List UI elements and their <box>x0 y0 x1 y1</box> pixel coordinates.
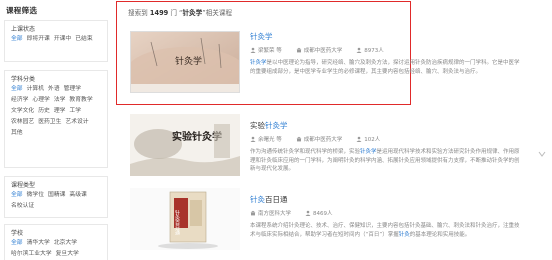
school-label: 成都中医药大学 <box>296 135 350 143</box>
filter-tag[interactable]: 医药卫生 <box>38 118 61 126</box>
filter-tag[interactable]: 外语 <box>48 85 60 93</box>
filter-tag[interactable]: 工学 <box>69 107 81 115</box>
filter-tag[interactable]: 高级课 <box>69 191 86 199</box>
desc-highlight: 针灸 <box>398 231 410 238</box>
school-icon <box>250 210 256 216</box>
teacher-label: 余曙光 等 <box>250 135 289 143</box>
school-icon <box>296 136 302 142</box>
school-name: 成都中医药大学 <box>303 137 343 143</box>
course-thumbnail[interactable]: 针灸学 <box>130 31 240 93</box>
filter-tag[interactable]: 即将开课 <box>27 35 50 43</box>
filter-tag[interactable]: 全部 <box>11 35 23 43</box>
thumb-text: 针灸学 <box>175 55 202 67</box>
enroll-count: 102人 <box>364 137 381 143</box>
filter-group-label: 上课状态 <box>11 26 36 33</box>
desc-highlight: 针灸学 <box>360 149 377 155</box>
filter-tag[interactable]: 心理学 <box>32 96 49 104</box>
desc-text: 是以中医理论为指导，研究经络、腧穴及刺灸方法，探讨运用针灸防治疾病规律的一门学科… <box>250 60 520 75</box>
filter-group-label: 学科分类 <box>11 76 36 83</box>
filter-tag[interactable]: 全部 <box>11 85 23 93</box>
filter-tag[interactable]: 北京大学 <box>54 239 77 247</box>
people-icon <box>356 47 362 53</box>
people-icon <box>356 136 362 142</box>
result-prefix: 搜索到 <box>128 9 148 17</box>
filter-tag[interactable]: 教育教学 <box>69 96 92 104</box>
teacher-name: 余曙光 等 <box>258 137 282 143</box>
result-count: 1499 <box>149 9 169 17</box>
course-title[interactable]: 针灸学 <box>250 31 522 42</box>
school-label: 南方医科大学 <box>250 209 298 217</box>
sidebar-title: 课程筛选 <box>6 6 38 15</box>
filter-tag[interactable]: 已结束 <box>75 35 92 43</box>
course-card[interactable]: 针灸学 针灸学 梁繁荣 等 成都中医药大学 8973人 针灸学是以中医理论为指导… <box>128 31 528 103</box>
filter-tag[interactable]: 计算机 <box>27 85 44 93</box>
teacher-label: 梁繁荣 等 <box>250 46 289 54</box>
filter-tag[interactable]: 文学文化 <box>11 107 34 115</box>
filter-tag[interactable]: 全部 <box>11 239 23 247</box>
filter-group-subject: 学科分类 全部 计算机 外语 管理学 经济学 心理学 法学 教育教学 文学文化 … <box>4 70 108 168</box>
desc-text: 的基本理论和实用技能。 <box>409 231 471 238</box>
desc-text: 作为沟通传统针灸学和现代科学的桥梁，实验 <box>250 149 361 155</box>
course-thumbnail[interactable]: 实验针灸学 <box>130 114 240 176</box>
filter-tag[interactable]: 经济学 <box>11 96 28 104</box>
filter-tag[interactable]: 名校认证 <box>11 202 34 210</box>
filter-tag[interactable]: 理学 <box>54 107 66 115</box>
filter-group-label: 学校 <box>11 230 24 237</box>
result-middle: 门 “ <box>170 9 183 17</box>
course-description: 本课程系统介绍针灸理论、技术、治疗、保健知识，主要内容包括针灸基础、腧穴、刺灸法… <box>250 222 522 256</box>
search-keyword: 针灸学 <box>182 9 203 17</box>
search-results: 搜索到 1499 门 “针灸学”相关课程 针灸学 针灸学 梁繁荣 等 成都中医药… <box>120 0 540 260</box>
course-description: 作为沟通传统针灸学和现代科学的桥梁，实验针灸学是运用现代科学技术和实验方法研究针… <box>250 148 522 182</box>
chevron-down-icon[interactable] <box>538 150 546 166</box>
filter-tag[interactable]: 历史 <box>38 107 50 115</box>
filter-tag[interactable]: 法学 <box>54 96 66 104</box>
course-title[interactable]: 针灸百日通 <box>250 194 522 205</box>
enroll-count: 8973人 <box>364 48 384 54</box>
enroll-label: 8973人 <box>356 46 391 54</box>
course-title-prefix: 实验 <box>250 121 265 130</box>
result-suffix: ”相关课程 <box>202 9 233 17</box>
filter-tag[interactable]: 艺术设计 <box>65 118 88 126</box>
course-title-rest: 百日通 <box>265 195 288 204</box>
people-icon <box>305 210 311 216</box>
enroll-label: 102人 <box>356 135 387 143</box>
user-icon <box>250 47 256 53</box>
course-title[interactable]: 实验针灸学 <box>250 120 522 131</box>
filter-tag[interactable]: 哈尔滨工业大学 <box>11 250 52 258</box>
school-name: 南方医科大学 <box>258 211 292 217</box>
course-card[interactable]: 针灸百日通 针灸百日通 南方医科大学 8469人 本课程系统介绍针灸理论、技术、… <box>128 188 528 260</box>
enroll-count: 8469人 <box>313 211 333 217</box>
filter-tag[interactable]: 国精课 <box>48 191 65 199</box>
desc-text: 本课程系统介绍针灸理论、技术、治疗、保健知识，主要内容包括针灸基础、腧穴、刺灸法… <box>250 223 520 238</box>
teacher-name: 梁繁荣 等 <box>258 48 282 54</box>
filter-tag[interactable]: 微学位 <box>27 191 44 199</box>
course-title-highlight: 针灸学 <box>250 32 273 41</box>
enroll-label: 8469人 <box>305 209 340 217</box>
filter-group-school: 学校 全部 清华大学 北京大学 哈尔滨工业大学 复旦大学 <box>4 224 108 260</box>
filter-tag[interactable]: 管理学 <box>64 85 81 93</box>
desc-highlight: 针灸学 <box>250 60 267 66</box>
school-icon <box>296 47 302 53</box>
thumb-text: 针灸百日通 <box>174 209 180 236</box>
filter-group-status: 上课状态 全部 即将开课 开课中 已结束 <box>4 20 108 62</box>
filter-tag[interactable]: 农林园艺 <box>11 118 34 126</box>
filter-tag[interactable]: 清华大学 <box>27 239 50 247</box>
course-title-highlight: 针灸 <box>250 195 265 204</box>
filter-tag[interactable]: 开课中 <box>54 35 71 43</box>
course-thumbnail[interactable]: 针灸百日通 <box>130 188 240 250</box>
search-result-summary: 搜索到 1499 门 “针灸学”相关课程 <box>128 7 232 17</box>
filter-tag[interactable]: 全部 <box>11 191 23 199</box>
filter-tag[interactable]: 其他 <box>11 129 23 137</box>
filter-tag[interactable]: 复旦大学 <box>56 250 79 258</box>
course-title-highlight: 针灸学 <box>265 121 288 130</box>
filter-group-type: 课程类型 全部 微学位 国精课 高级课 名校认证 <box>4 176 108 218</box>
course-description: 针灸学是以中医理论为指导，研究经络、腧穴及刺灸方法，探讨运用针灸防治疾病规律的一… <box>250 59 522 93</box>
course-card[interactable]: 实验针灸学 实验针灸学 余曙光 等 成都中医药大学 102人 作为沟通传统针灸学… <box>128 114 528 186</box>
filter-group-label: 课程类型 <box>11 182 36 189</box>
user-icon <box>250 136 256 142</box>
school-label: 成都中医药大学 <box>296 46 350 54</box>
filter-sidebar: 课程筛选 上课状态 全部 即将开课 开课中 已结束 学科分类 全部 计算机 外语… <box>0 0 114 260</box>
school-name: 成都中医药大学 <box>303 48 343 54</box>
